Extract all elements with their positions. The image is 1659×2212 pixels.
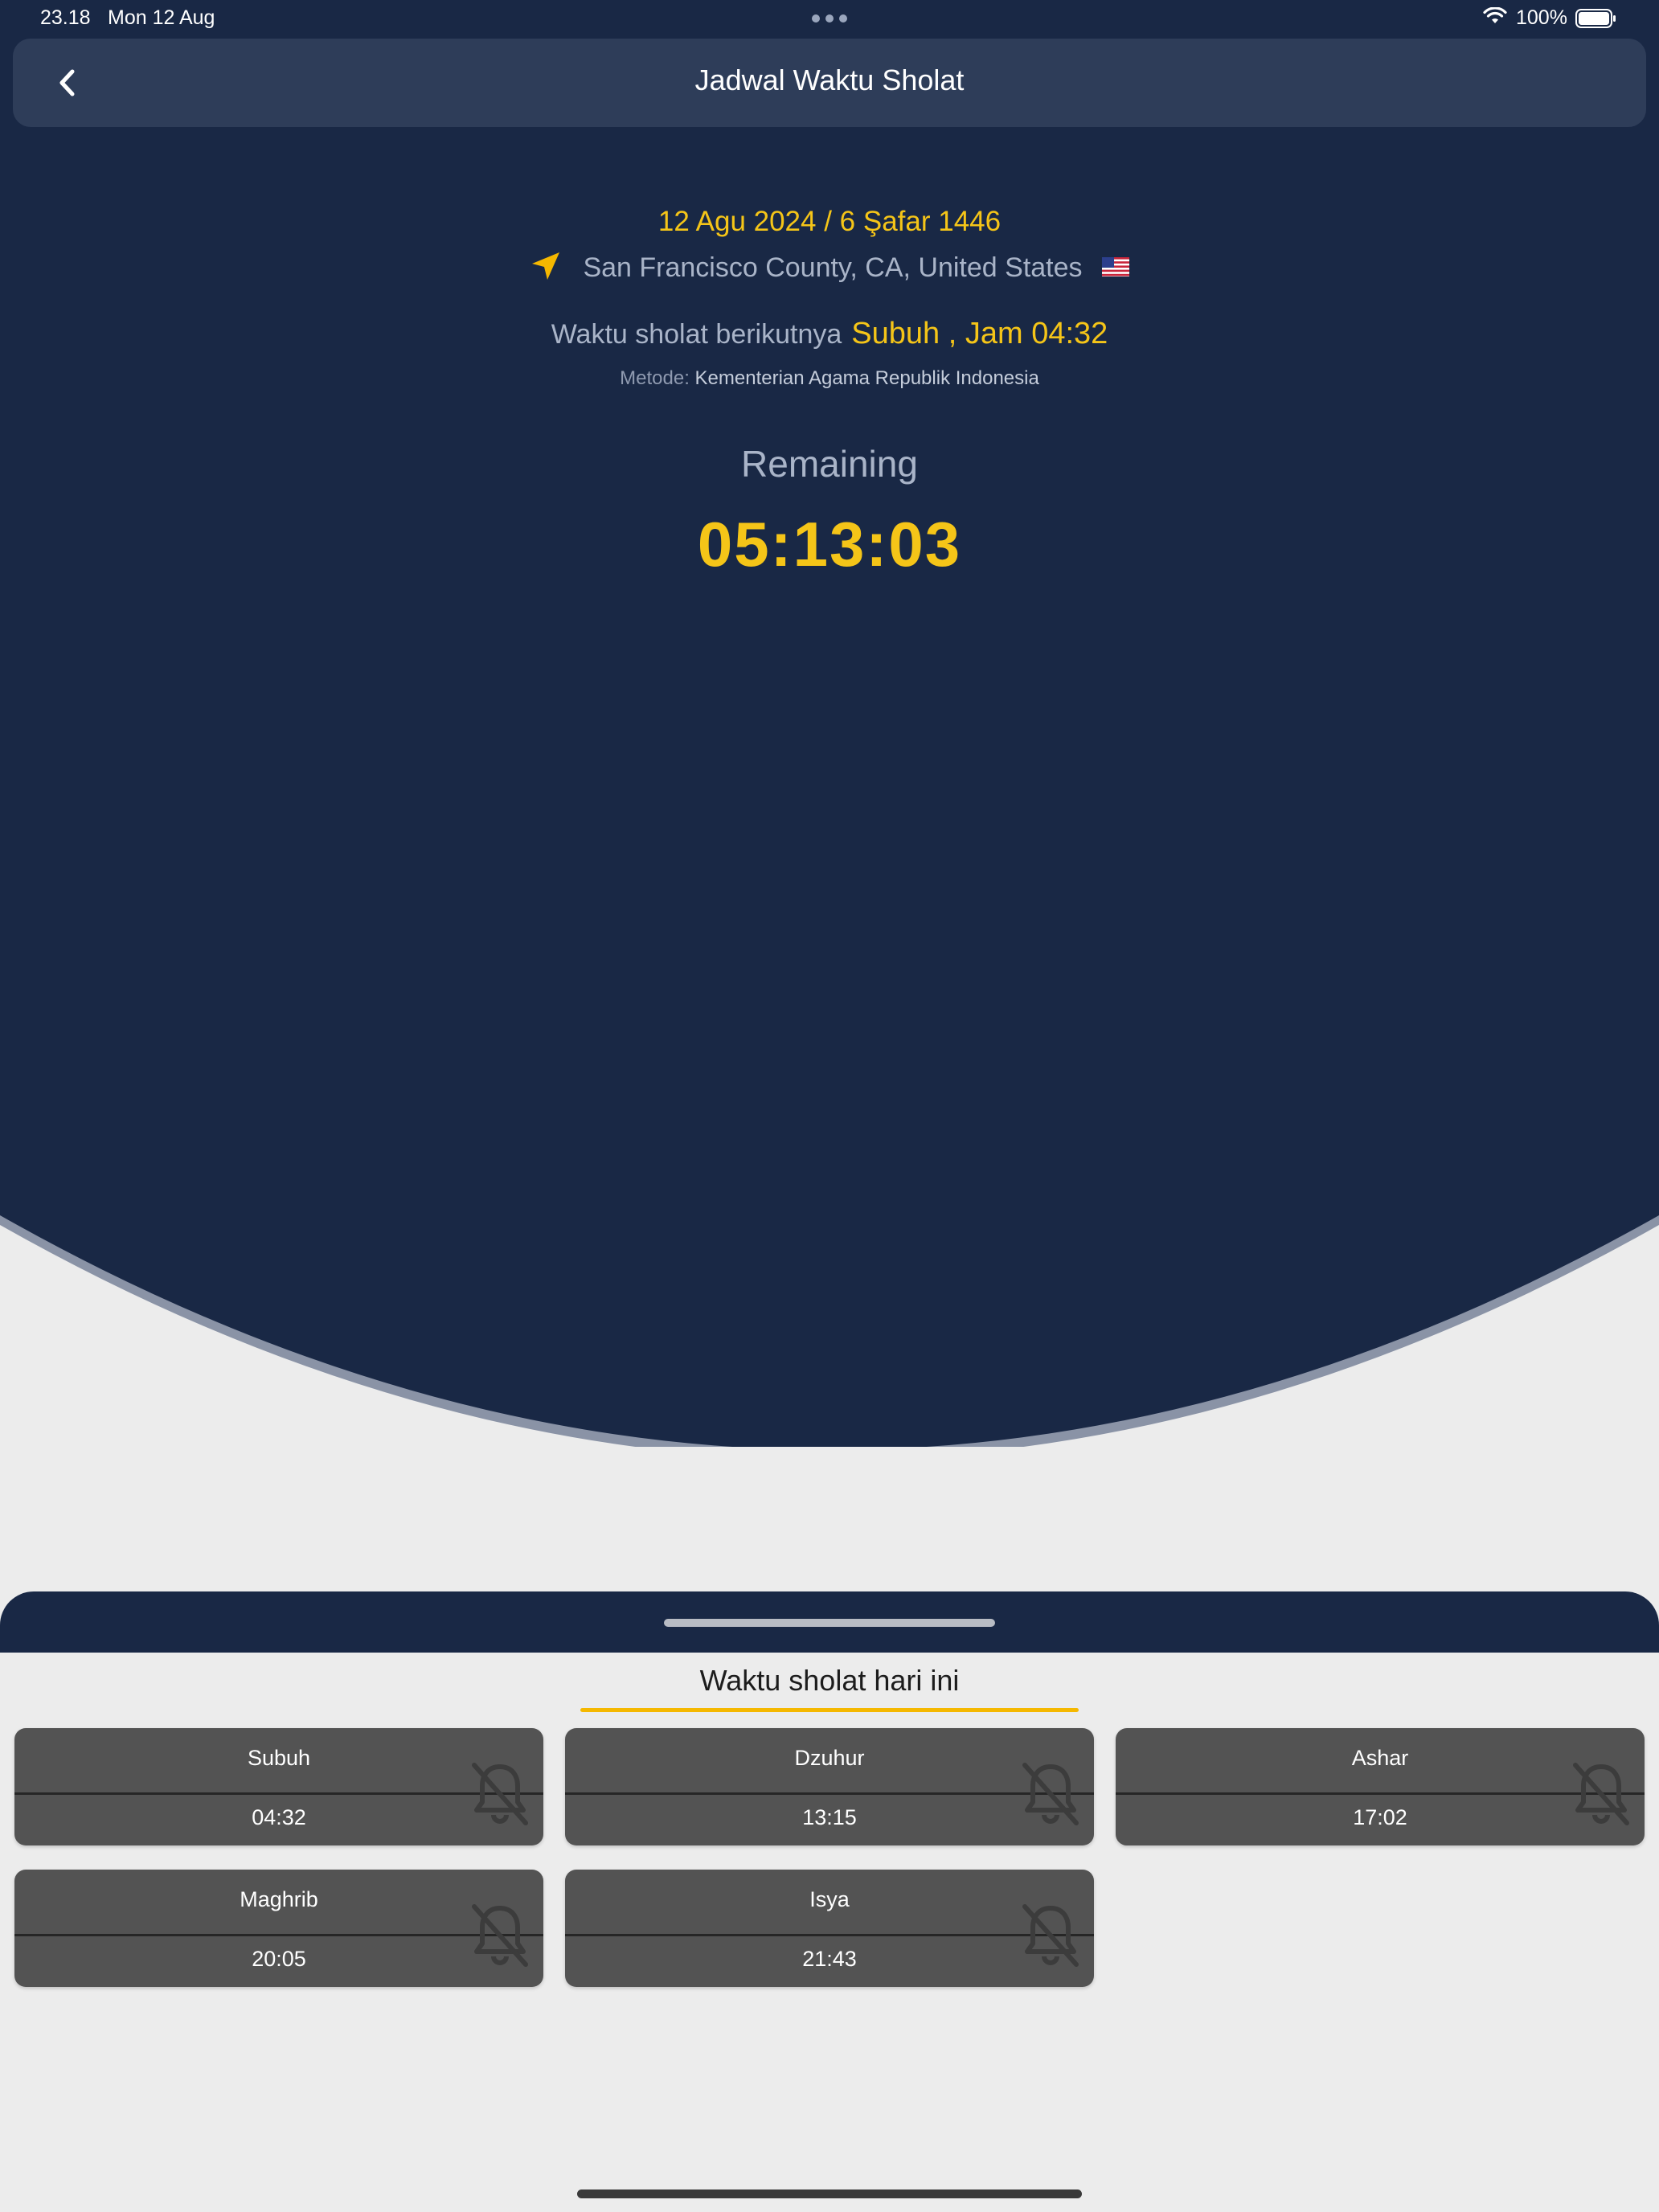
- wifi-icon: [1483, 7, 1507, 23]
- prayer-name: Ashar: [1351, 1746, 1409, 1770]
- section-underline: [580, 1708, 1079, 1712]
- next-prayer-value: Subuh , Jam 04:32: [851, 317, 1108, 350]
- method-label: Metode:: [620, 367, 690, 389]
- calculation-method: Metode: Kementerian Agama Republik Indon…: [0, 367, 1659, 390]
- home-indicator[interactable]: [577, 2189, 1082, 2198]
- bell-slash-icon[interactable]: [1020, 1760, 1081, 1828]
- prayer-name: Dzuhur: [794, 1746, 865, 1770]
- countdown-timer: 05:13:03: [697, 509, 962, 580]
- prayer-time: 20:05: [252, 1947, 306, 1971]
- card-divider: [1116, 1792, 1645, 1795]
- card-divider: [14, 1934, 543, 1936]
- battery-percentage: 100%: [1516, 6, 1567, 29]
- status-date: Mon 12 Aug: [108, 6, 215, 29]
- location-row[interactable]: San Francisco County, CA, United States: [0, 252, 1659, 285]
- navigation-bar: Jadwal Waktu Sholat: [13, 39, 1646, 127]
- prayer-name: Subuh: [247, 1746, 311, 1770]
- today-section-title: Waktu sholat hari ini: [699, 1664, 960, 1697]
- prayer-time: 04:32: [252, 1805, 306, 1829]
- prayer-card-dzuhur[interactable]: Dzuhur 13:15: [565, 1728, 1094, 1845]
- bell-slash-icon[interactable]: [469, 1760, 530, 1828]
- card-divider: [565, 1792, 1094, 1795]
- method-value: Kementerian Agama Republik Indonesia: [694, 367, 1039, 389]
- gregorian-hijri-date: 12 Agu 2024 / 6 Şafar 1446: [657, 206, 1002, 237]
- prayer-card-isya[interactable]: Isya 21:43: [565, 1870, 1094, 1987]
- status-time: 23.18: [40, 6, 91, 29]
- next-prayer-label: Waktu sholat berikutnya: [551, 319, 842, 350]
- bell-slash-icon[interactable]: [1571, 1760, 1632, 1828]
- location-text: San Francisco County, CA, United States: [583, 252, 1083, 283]
- prayer-name: Maghrib: [240, 1887, 318, 1911]
- prayer-card-ashar[interactable]: Ashar 17:02: [1116, 1728, 1645, 1845]
- prayer-time: 13:15: [802, 1805, 857, 1829]
- prayer-card-maghrib[interactable]: Maghrib 20:05: [14, 1870, 543, 1987]
- prayer-card-subuh[interactable]: Subuh 04:32: [14, 1728, 543, 1845]
- card-divider: [565, 1934, 1094, 1936]
- bell-slash-icon[interactable]: [1020, 1902, 1081, 1969]
- us-flag-icon: [1101, 257, 1129, 277]
- status-bar: 23.18 Mon 12 Aug 100%: [0, 0, 1659, 37]
- location-arrow-icon: [532, 252, 560, 281]
- prayer-time: 21:43: [802, 1947, 857, 1971]
- prayer-name: Isya: [809, 1887, 850, 1911]
- next-prayer-row: Waktu sholat berikutnya Subuh , Jam 04:32: [0, 317, 1659, 351]
- battery-icon: [1575, 9, 1616, 28]
- sheet-drag-handle[interactable]: [664, 1619, 995, 1627]
- prayer-time: 17:02: [1353, 1805, 1407, 1829]
- card-divider: [14, 1792, 543, 1795]
- page-title: Jadwal Waktu Sholat: [694, 63, 965, 96]
- bell-slash-icon[interactable]: [469, 1902, 530, 1969]
- multitasking-dots-icon[interactable]: [812, 14, 847, 23]
- remaining-label: Remaining: [741, 443, 918, 485]
